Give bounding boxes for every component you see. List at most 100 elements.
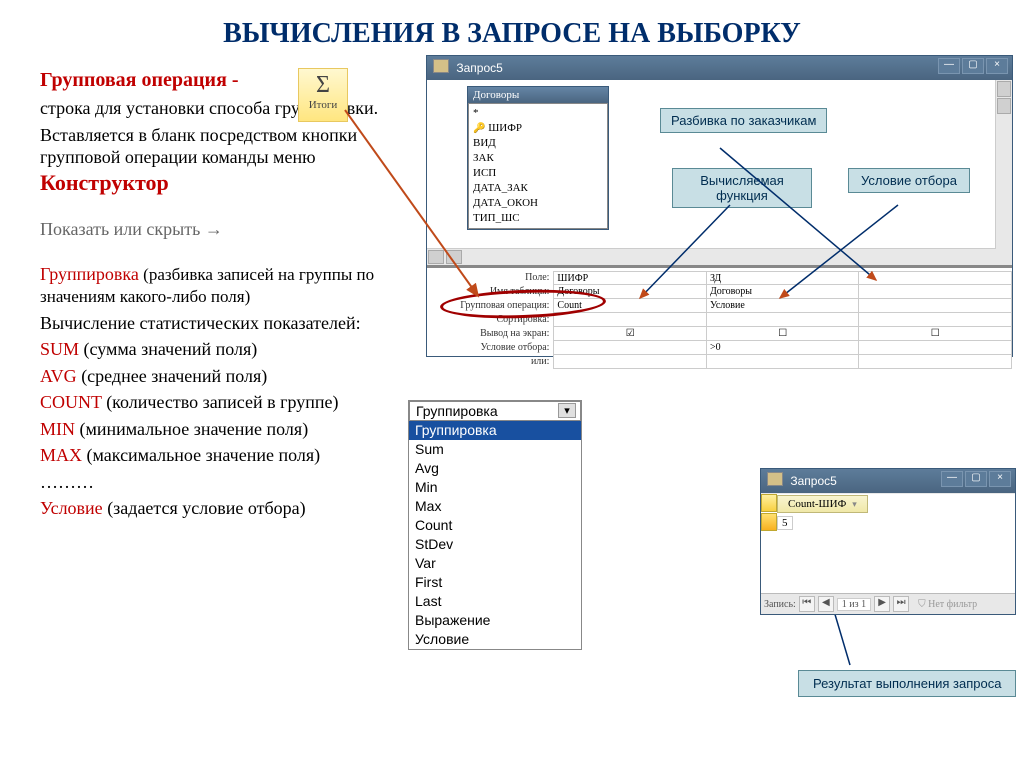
field-item[interactable]: ВИД xyxy=(473,136,603,151)
sigma-icon: Σ xyxy=(299,69,347,99)
nav-label: Запись: xyxy=(764,599,796,610)
nav-prev-button[interactable]: ◀ xyxy=(818,596,834,612)
grid-cell[interactable] xyxy=(859,313,1012,327)
grid-label-groupop: Групповая операция: xyxy=(433,299,553,313)
dropdown-item[interactable]: Выражение xyxy=(409,611,581,630)
row-selector[interactable] xyxy=(761,494,777,512)
callout-groupby: Разбивка по заказчикам xyxy=(660,108,827,133)
text-line: Вставляется в бланк посредством кнопки г… xyxy=(40,125,357,168)
grid-cell[interactable] xyxy=(707,313,860,327)
maximize-button[interactable]: ▢ xyxy=(965,471,987,487)
grid-label-pole: Поле: xyxy=(433,271,553,285)
grid-cell[interactable] xyxy=(553,341,707,355)
grid-cell[interactable] xyxy=(553,355,707,369)
current-row-selector[interactable] xyxy=(761,513,777,531)
callout-result: Результат выполнения запроса xyxy=(798,670,1016,697)
grid-cell[interactable]: Договоры xyxy=(553,285,707,299)
grid-label-or: или: xyxy=(433,355,553,369)
term-max: MAX xyxy=(40,445,82,465)
totals-button[interactable]: Σ Итоги xyxy=(298,68,348,122)
nav-position: 1 из 1 xyxy=(837,598,871,611)
field-item[interactable]: ДАТА_ОКОН xyxy=(473,196,603,211)
text-line: строка для установки способа группировки… xyxy=(40,97,410,120)
field-item[interactable]: ИСП xyxy=(473,166,603,181)
grid-cell[interactable] xyxy=(859,299,1012,313)
horizontal-scrollbar[interactable] xyxy=(427,248,996,265)
dropdown-item[interactable]: Var xyxy=(409,554,581,573)
text-dots: ……… xyxy=(40,471,410,494)
grid-cell-checkbox[interactable]: ☑ xyxy=(553,327,707,341)
window-titlebar[interactable]: Запрос5 — ▢ × xyxy=(427,56,1012,80)
nav-first-button[interactable]: ⏮ xyxy=(799,596,815,612)
grid-label-show: Вывод на экран: xyxy=(433,327,553,341)
grid-cell[interactable] xyxy=(707,355,860,369)
window-title-text: Запрос5 xyxy=(790,474,836,488)
nav-next-button[interactable]: ▶ xyxy=(874,596,890,612)
design-grid[interactable]: Поле: ШИФР ЗД Имя таблицы: Договоры Дого… xyxy=(433,271,1012,352)
grid-cell[interactable] xyxy=(859,271,1012,285)
table-fieldlist[interactable]: Договоры * 🔑 ШИФР ВИД ЗАК ИСП ДАТА_ЗАК Д… xyxy=(467,86,609,230)
grid-cell[interactable]: Договоры xyxy=(707,285,860,299)
grid-cell-checkbox[interactable]: ☐ xyxy=(707,327,860,341)
term-constructor: Конструктор xyxy=(40,170,169,195)
dropdown-selected[interactable]: Группировка xyxy=(409,401,581,421)
grid-cell[interactable]: Условие xyxy=(707,299,860,313)
record-navigator[interactable]: Запись: ⏮ ◀ 1 из 1 ▶ ⏭ ⛉ Нет фильтр xyxy=(761,593,1015,614)
text-line: (сумма значений поля) xyxy=(79,339,257,359)
term-grouping: Группировка xyxy=(40,264,139,284)
field-item[interactable]: ЗАК xyxy=(473,151,603,166)
minimize-button[interactable]: — xyxy=(941,471,963,487)
dropdown-item[interactable]: Условие xyxy=(409,630,581,649)
grid-cell[interactable] xyxy=(859,341,1012,355)
text-stat-head: Вычисление статистических показателей: xyxy=(40,312,410,335)
term-min: MIN xyxy=(40,419,75,439)
grid-cell[interactable] xyxy=(859,285,1012,299)
maximize-button[interactable]: ▢ xyxy=(962,58,984,74)
text-line: (среднее значений поля) xyxy=(77,366,268,386)
text-line: (задается условие отбора) xyxy=(103,498,306,518)
window-title-text: Запрос5 xyxy=(456,61,502,75)
dropdown-item[interactable]: Max xyxy=(409,497,581,516)
result-cell[interactable]: 5 xyxy=(777,516,793,530)
close-button[interactable]: × xyxy=(986,58,1008,74)
dropdown-item[interactable]: Min xyxy=(409,478,581,497)
key-icon: 🔑 xyxy=(473,123,485,134)
grid-cell[interactable]: ЗД xyxy=(707,271,860,285)
dropdown-item[interactable]: Avg xyxy=(409,459,581,478)
text-show-hide: Показать или скрыть → xyxy=(40,218,410,241)
dropdown-item[interactable]: Sum xyxy=(409,440,581,459)
minimize-button[interactable]: — xyxy=(938,58,960,74)
field-item[interactable]: ТИП_ШС xyxy=(473,211,603,226)
groupop-dropdown[interactable]: Группировка Группировка Sum Avg Min Max … xyxy=(408,400,582,650)
window-titlebar[interactable]: Запрос5 — ▢ × xyxy=(761,469,1015,493)
callout-condition: Условие отбора xyxy=(848,168,970,193)
dropdown-item[interactable]: Last xyxy=(409,592,581,611)
grid-cell[interactable]: >0 xyxy=(707,341,860,355)
grid-label-sort: Сортировка: xyxy=(433,313,553,327)
text-line: (минимальное значение поля) xyxy=(75,419,308,439)
grid-cell[interactable]: Count xyxy=(553,299,707,313)
term-avg: AVG xyxy=(40,366,77,386)
close-button[interactable]: × xyxy=(989,471,1011,487)
grid-cell[interactable] xyxy=(553,313,707,327)
page-title: ВЫЧИСЛЕНИЯ В ЗАПРОСЕ НА ВЫБОРКУ xyxy=(0,0,1024,58)
dropdown-item[interactable]: Count xyxy=(409,516,581,535)
grid-cell-checkbox[interactable]: ☐ xyxy=(859,327,1012,341)
field-item[interactable]: * xyxy=(473,106,603,121)
dropdown-item[interactable]: Группировка xyxy=(409,421,581,440)
vertical-scrollbar[interactable] xyxy=(995,80,1012,265)
grid-cell[interactable] xyxy=(859,355,1012,369)
filter-status: ⛉ Нет фильтр xyxy=(918,599,977,610)
totals-label: Итоги xyxy=(299,99,347,111)
nav-last-button[interactable]: ⏭ xyxy=(893,596,909,612)
dropdown-item[interactable]: First xyxy=(409,573,581,592)
column-header[interactable]: Count-ШИФ xyxy=(777,495,868,513)
explanation-text: Групповая операция - строка для установк… xyxy=(40,68,410,524)
dropdown-item[interactable]: StDev xyxy=(409,535,581,554)
table-name: Договоры xyxy=(468,87,608,103)
grid-cell[interactable]: ШИФР xyxy=(553,271,707,285)
window-icon xyxy=(767,472,783,486)
field-item[interactable]: 🔑 ШИФР xyxy=(473,121,603,136)
field-item[interactable]: ДАТА_ЗАК xyxy=(473,181,603,196)
grid-label-table: Имя таблицы: xyxy=(433,285,553,299)
